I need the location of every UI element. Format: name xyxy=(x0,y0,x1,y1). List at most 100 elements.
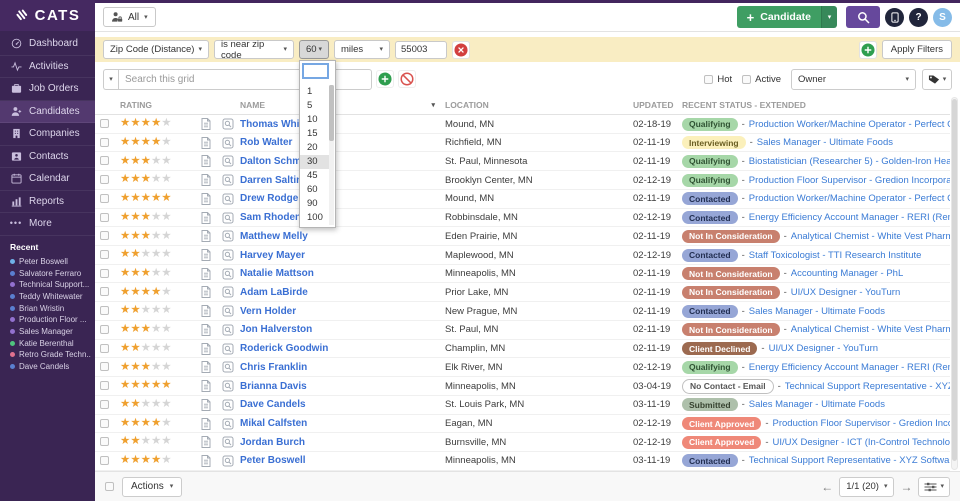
pipeline-link[interactable]: Biostatistician (Researcher 5) - Golden-… xyxy=(749,156,950,167)
recent-item-dave-candels[interactable]: Dave Candels xyxy=(10,361,91,373)
filter-distance-select[interactable]: 60 ▾ xyxy=(299,40,329,59)
row-checkbox[interactable] xyxy=(100,456,109,465)
remove-filter-button[interactable] xyxy=(452,41,470,59)
candidate-row[interactable]: ★★★★★ Jordan Burch Burnsville, MN 02-12-… xyxy=(95,433,950,452)
preview-icon[interactable] xyxy=(216,193,240,205)
preview-icon[interactable] xyxy=(216,399,240,411)
grid-scrollbar-thumb[interactable] xyxy=(952,99,957,461)
candidate-name-link[interactable]: Rob Walter xyxy=(240,137,440,148)
sidebar-item-activities[interactable]: Activities xyxy=(0,56,95,79)
preview-icon[interactable] xyxy=(216,343,240,355)
next-page-arrow[interactable]: → xyxy=(900,481,912,493)
recent-item-brian-wristin[interactable]: Brian Wristin xyxy=(10,302,91,314)
help-button[interactable]: ? xyxy=(909,8,928,27)
candidate-name-link[interactable]: Jon Halverston xyxy=(240,324,440,335)
rating-stars[interactable]: ★★★★★ xyxy=(120,212,196,224)
page-selector[interactable]: 1/1 (20) ▾ xyxy=(839,477,894,497)
user-avatar[interactable]: S xyxy=(933,8,952,27)
sidebar-item-candidates[interactable]: Candidates xyxy=(0,101,95,124)
row-checkbox[interactable] xyxy=(100,325,109,334)
candidate-name-link[interactable]: Drew Rodgers xyxy=(240,193,440,204)
sidebar-item-job-orders[interactable]: Job Orders xyxy=(0,78,95,101)
resume-icon[interactable] xyxy=(196,361,216,373)
candidate-row[interactable]: ★★★★★ Natalie Mattson Minneapolis, MN 02… xyxy=(95,265,950,284)
distance-option-1[interactable]: 1 xyxy=(300,85,329,99)
rating-stars[interactable]: ★★★★★ xyxy=(120,418,196,430)
rating-stars[interactable]: ★★★★★ xyxy=(120,268,196,280)
pipeline-link[interactable]: Production Worker/Machine Operator - Per… xyxy=(749,119,950,130)
preview-icon[interactable] xyxy=(216,418,240,430)
tags-button[interactable]: ▾ xyxy=(922,69,952,90)
candidate-row[interactable]: ★★★★★ Vern Holder New Prague, MN 02-11-1… xyxy=(95,302,950,321)
resume-icon[interactable] xyxy=(196,343,216,355)
distance-option-5[interactable]: 5 xyxy=(300,99,329,113)
row-checkbox[interactable] xyxy=(100,138,109,147)
candidate-name-link[interactable]: Matthew Melly xyxy=(240,231,440,242)
pipeline-link[interactable]: Production Floor Supervisor - Gredion In… xyxy=(773,418,951,429)
filter-field-select[interactable]: Zip Code (Distance) ▾ xyxy=(103,40,209,59)
resume-icon[interactable] xyxy=(196,380,216,392)
row-checkbox[interactable] xyxy=(100,362,109,371)
rating-stars[interactable]: ★★★★★ xyxy=(120,399,196,411)
row-checkbox[interactable] xyxy=(100,250,109,259)
grid-scrollbar[interactable] xyxy=(951,97,958,470)
candidate-row[interactable]: ★★★★★ Sam Rhoden Robbinsdale, MN 02-12-1… xyxy=(95,209,950,228)
preview-icon[interactable] xyxy=(216,137,240,149)
pipeline-link[interactable]: UI/UX Designer - YouTurn xyxy=(769,343,878,354)
resume-icon[interactable] xyxy=(196,305,216,317)
resume-icon[interactable] xyxy=(196,212,216,224)
preview-icon[interactable] xyxy=(216,324,240,336)
preview-icon[interactable] xyxy=(216,268,240,280)
candidate-row[interactable]: ★★★★★ Drew Rodgers Mound, MN 02-11-19 Co… xyxy=(95,190,950,209)
recent-item-retro-grade-techn[interactable]: Retro Grade Techn... xyxy=(10,349,91,361)
rating-stars[interactable]: ★★★★★ xyxy=(120,287,196,299)
pipeline-link[interactable]: Sales Manager - Ultimate Foods xyxy=(749,399,885,410)
sidebar-item-contacts[interactable]: Contacts xyxy=(0,146,95,169)
add-candidate-button[interactable]: + Candidate xyxy=(737,6,821,28)
row-checkbox[interactable] xyxy=(100,156,109,165)
candidate-row[interactable]: ★★★★★ Roderick Goodwin Champlin, MN 02-1… xyxy=(95,340,950,359)
recent-item-katie-berenthal[interactable]: Katie Berenthal xyxy=(10,337,91,349)
rating-stars[interactable]: ★★★★★ xyxy=(120,193,196,205)
candidate-name-link[interactable]: Adam LaBirde xyxy=(240,287,440,298)
add-record-dropdown-button[interactable]: ▾ xyxy=(821,6,837,28)
preview-icon[interactable] xyxy=(216,455,240,467)
pipeline-link[interactable]: Sales Manager - Ultimate Foods xyxy=(749,306,885,317)
actions-button[interactable]: Actions ▾ xyxy=(122,477,182,497)
global-search-button[interactable] xyxy=(846,6,880,28)
brand-logo[interactable]: CATS xyxy=(0,0,95,31)
recent-item-production-floor[interactable]: Production Floor ... xyxy=(10,314,91,326)
column-rating[interactable]: RATING xyxy=(120,100,196,110)
row-checkbox[interactable] xyxy=(100,287,109,296)
candidate-name-link[interactable]: Peter Boswell xyxy=(240,455,440,466)
column-location[interactable]: LOCATION xyxy=(440,100,630,110)
row-checkbox[interactable] xyxy=(100,213,109,222)
rating-stars[interactable]: ★★★★★ xyxy=(120,174,196,186)
row-checkbox[interactable] xyxy=(100,437,109,446)
candidate-name-link[interactable]: Brianna Davis xyxy=(240,381,440,392)
filter-unit-select[interactable]: miles ▾ xyxy=(334,40,390,59)
sidebar-item-calendar[interactable]: Calendar xyxy=(0,168,95,191)
rating-stars[interactable]: ★★★★★ xyxy=(120,380,196,392)
recent-item-salvatore-ferraro[interactable]: Salvatore Ferraro xyxy=(10,267,91,279)
resume-icon[interactable] xyxy=(196,324,216,336)
recent-item-technical-support[interactable]: Technical Support... xyxy=(10,279,91,291)
row-checkbox[interactable] xyxy=(100,400,109,409)
distance-option-90[interactable]: 90 xyxy=(300,197,329,211)
preview-icon[interactable] xyxy=(216,118,240,130)
pipeline-link[interactable]: Production Worker/Machine Operator - Per… xyxy=(749,193,950,204)
sidebar-item-reports[interactable]: Reports xyxy=(0,191,95,214)
dropdown-scrollbar[interactable] xyxy=(329,85,334,225)
candidate-row[interactable]: ★★★★★ Dalton Schmidt St. Paul, Minnesota… xyxy=(95,152,950,171)
candidate-name-link[interactable]: Jordan Burch xyxy=(240,437,440,448)
pipeline-link[interactable]: Energy Efficiency Account Manager - RERI… xyxy=(749,362,950,373)
scope-filter-button[interactable]: All ▾ xyxy=(103,7,156,27)
candidate-name-link[interactable]: Harvey Mayer xyxy=(240,250,440,261)
resume-icon[interactable] xyxy=(196,286,216,298)
candidate-row[interactable]: ★★★★★ Matthew Melly Eden Prairie, MN 02-… xyxy=(95,227,950,246)
pipeline-link[interactable]: Technical Support Representative - XYZ S… xyxy=(785,381,950,392)
candidate-row[interactable]: ★★★★★ Darren Saltin Brooklyn Center, MN … xyxy=(95,171,950,190)
row-checkbox[interactable] xyxy=(100,269,109,278)
preview-icon[interactable] xyxy=(216,305,240,317)
candidate-name-link[interactable]: Roderick Goodwin xyxy=(240,343,440,354)
